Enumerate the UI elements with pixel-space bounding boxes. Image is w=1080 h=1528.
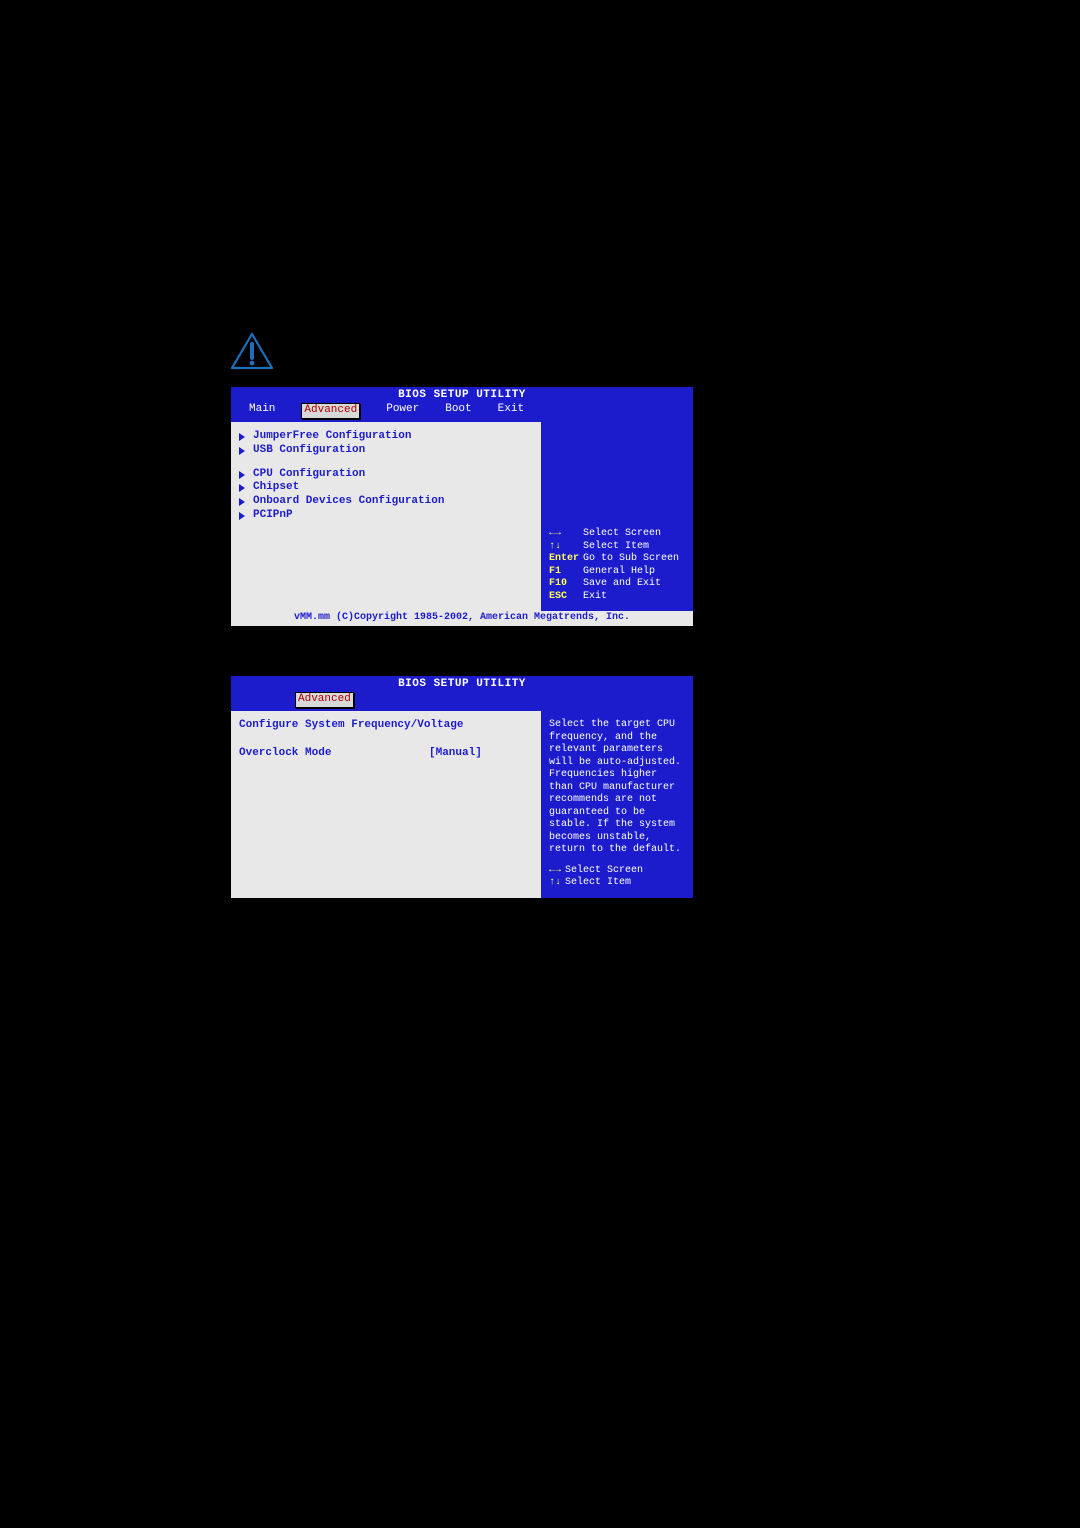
bios-setting-key: Overclock Mode: [239, 747, 429, 761]
bios-screenshot-advanced: BIOS SETUP UTILITY Main Advanced Power B…: [230, 386, 694, 627]
option-desc-auto: - loads the optimal settings for the sys…: [263, 1028, 535, 1044]
bios-tab-exit: Exit: [498, 403, 524, 419]
bios-item-onboard: Onboard Devices Configuration: [253, 495, 444, 509]
nav-label: Save and Exit: [583, 578, 683, 591]
nav-label: Select Screen: [583, 528, 683, 541]
overclock-option-auto: Auto - loads the optimal settings for th…: [230, 1027, 698, 1046]
manual-page: 2.4 Advanced menu The Advanced menu item…: [230, 250, 698, 1208]
bios-help-text: Select the target CPU frequency, and the…: [549, 719, 687, 857]
overclock-option-manual: Manual - allows you to individually set …: [230, 1002, 698, 1021]
nav-key: F10: [549, 578, 583, 591]
bios-right-pane: Select the target CPU frequency, and the…: [543, 711, 693, 898]
nav-label: Select Item: [583, 541, 683, 554]
submenu-arrow-icon: [239, 512, 245, 520]
subsection-name: JumperFree Configuration: [290, 645, 522, 666]
nav-key: F1: [549, 566, 583, 579]
bios-setting-row: Overclock Mode [Manual]: [239, 747, 533, 761]
caution-block: Take caution when changing the settings …: [230, 332, 698, 372]
bios-right-pane: ←→Select Screen ↑↓Select Item EnterGo to…: [543, 422, 693, 611]
option-desc-manual: - allows you to individually set overclo…: [279, 1003, 635, 1019]
bios-tab-power: Power: [386, 403, 419, 419]
option-label-manual: Manual: [230, 1003, 279, 1019]
subsection-number: 2.4.1: [230, 645, 285, 667]
page-footer: ASUS P5VDC-MX 2-17: [230, 1194, 698, 1208]
bios-nav-hints: ←→Select Screen ↑↓Select Item EnterGo to…: [549, 528, 687, 603]
bios-item-chipset: Chipset: [253, 481, 299, 495]
key-minus: <->: [471, 1116, 492, 1132]
bios-tab-advanced: Advanced: [301, 403, 360, 419]
section-number: 2.4: [230, 250, 294, 276]
nav-label: Select Item: [565, 877, 647, 890]
footer-page-number: 2-17: [671, 1194, 698, 1208]
nav-key: ↑↓: [549, 541, 583, 554]
bios-setting-value: [Manual]: [429, 747, 482, 761]
caution-text: Take caution when changing the settings …: [294, 332, 698, 372]
bios-item-pcipnp: PCIPnP: [253, 509, 293, 523]
caution-icon: [230, 332, 274, 372]
bios-nav-hints: ←→Select Screen ↑↓Select Item: [549, 865, 687, 890]
bios-title: BIOS SETUP UTILITY: [231, 387, 693, 403]
footer-rule: [230, 1187, 698, 1188]
bios-subheader: Configure System Frequency/Voltage: [239, 719, 533, 733]
cpu-frequency-description: Displays the frequency sent by the clock…: [276, 1076, 684, 1172]
bios-tab-boot: Boot: [445, 403, 471, 419]
bios-item-usb: USB Configuration: [253, 444, 365, 458]
bios-left-pane: JumperFree Configuration USB Configurati…: [231, 422, 543, 611]
cpu-frequency-block: CPU Frequency [200 MHz] Displays the fre…: [276, 1056, 684, 1172]
nav-label: Exit: [583, 591, 683, 604]
bios-tab-main: Main: [249, 403, 275, 419]
nav-key: ESC: [549, 591, 583, 604]
option-label-auto: Auto: [230, 1028, 263, 1044]
cpu-freq-text-mid: and: [439, 1116, 471, 1132]
nav-key: ↑↓: [549, 877, 565, 890]
bios-left-pane: Configure System Frequency/Voltage Overc…: [231, 711, 543, 898]
bios-screenshot-jumperfree: BIOS SETUP UTILITY Advanced Configure Sy…: [230, 675, 694, 899]
submenu-arrow-icon: [239, 484, 245, 492]
bios-tab-advanced: Advanced: [295, 692, 354, 708]
submenu-arrow-icon: [239, 433, 245, 441]
footer-model: ASUS P5VDC-MX: [230, 1194, 339, 1208]
bios-item-jumperfree: JumperFree Configuration: [253, 430, 411, 444]
section-intro: The Advanced menu items allow you to cha…: [230, 282, 698, 320]
submenu-arrow-icon: [239, 447, 245, 455]
nav-label: Select Screen: [565, 865, 647, 878]
bios-item-cpu: CPU Configuration: [253, 468, 365, 482]
bios-copyright: vMM.mm (C)Copyright 1985-2002, American …: [231, 611, 693, 626]
nav-key: ←→: [549, 865, 565, 878]
nav-label: Go to Sub Screen: [583, 553, 683, 566]
subsection-title: 2.4.1 JumperFree Configuration: [230, 645, 698, 667]
sub-item-title-cpu-frequency: CPU Frequency [200 MHz]: [276, 1056, 684, 1072]
nav-key: ←→: [549, 528, 583, 541]
section-name: Advanced menu: [300, 250, 473, 275]
item-title-overclock: Overclock Mode [Auto]: [230, 917, 698, 934]
submenu-arrow-icon: [239, 471, 245, 479]
bios-tab-bar: Main Advanced Power Boot Exit: [231, 402, 693, 422]
key-plus: <+>: [414, 1116, 439, 1132]
nav-key: Enter: [549, 553, 583, 566]
section-title: 2.4 Advanced menu: [230, 250, 698, 276]
bios-title: BIOS SETUP UTILITY: [231, 676, 693, 692]
overclock-description: Allows selection of CPU overclocking opt…: [230, 938, 698, 996]
submenu-arrow-icon: [239, 498, 245, 506]
nav-label: General Help: [583, 566, 683, 579]
